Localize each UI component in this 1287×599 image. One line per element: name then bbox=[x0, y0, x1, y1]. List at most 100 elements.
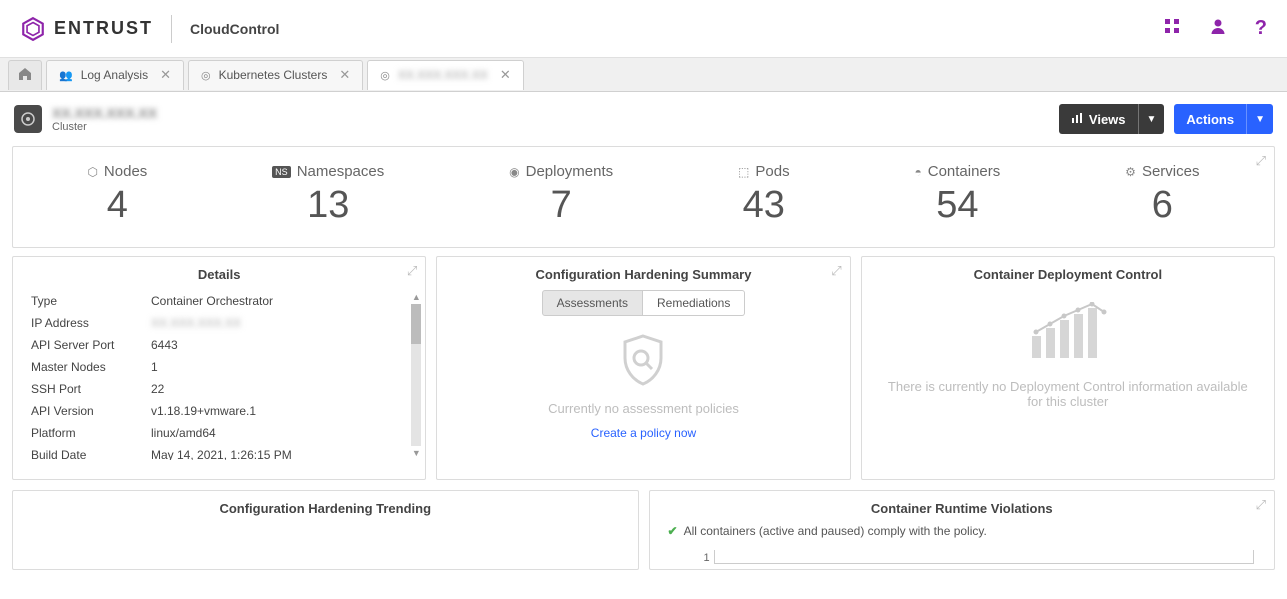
container-icon: ◓ bbox=[914, 165, 921, 179]
target-icon: ◎ bbox=[201, 69, 211, 82]
cluster-icon bbox=[14, 105, 42, 133]
close-icon[interactable]: ✕ bbox=[160, 67, 171, 83]
stat-label: Namespaces bbox=[297, 163, 385, 180]
actions-button[interactable]: Actions ▼ bbox=[1174, 104, 1273, 134]
stat-value: 7 bbox=[509, 184, 613, 227]
stat-value: 43 bbox=[738, 184, 790, 227]
page-header: XX.XXX.XXX.XX Cluster Views ▼ Actions ▼ bbox=[0, 92, 1287, 138]
bar-chart-icon bbox=[1026, 302, 1110, 362]
create-policy-link[interactable]: Create a policy now bbox=[457, 426, 829, 440]
expand-icon[interactable]: ⤢ bbox=[407, 263, 417, 279]
stat-label: Services bbox=[1142, 163, 1200, 180]
scroll-thumb[interactable] bbox=[411, 304, 421, 344]
tab-cluster-detail[interactable]: ◎ XX.XXX.XXX.XX ✕ bbox=[367, 60, 524, 90]
help-icon[interactable]: ? bbox=[1255, 17, 1267, 40]
stat-namespaces[interactable]: NS Namespaces 13 bbox=[272, 163, 384, 227]
stat-containers[interactable]: ◓ Containers 54 bbox=[914, 163, 1000, 227]
circle-icon: ◉ bbox=[509, 165, 519, 179]
tab-label-obscured: XX.XXX.XXX.XX bbox=[398, 68, 488, 82]
entrust-hex-icon bbox=[20, 16, 46, 42]
stat-pods[interactable]: ⬚ Pods 43 bbox=[738, 163, 790, 227]
panel-title: Container Runtime Violations bbox=[650, 501, 1275, 516]
details-row: IP AddressXX.XXX.XXX.XX bbox=[31, 312, 411, 334]
log-analysis-icon: 👥 bbox=[59, 69, 73, 82]
panel-title: Details bbox=[13, 267, 425, 282]
stat-label: Deployments bbox=[526, 163, 614, 180]
tab-log-analysis[interactable]: 👥 Log Analysis ✕ bbox=[46, 60, 184, 90]
panels-row-2: Configuration Hardening Trending ⤢ Conta… bbox=[12, 490, 1275, 570]
compliance-text: All containers (active and paused) compl… bbox=[684, 524, 987, 538]
stats-panel: ⤢ ⬡ Nodes 4 NS Namespaces 13 ◉ Deployments … bbox=[12, 146, 1275, 248]
stat-value: 13 bbox=[272, 184, 384, 227]
header-right: ? bbox=[1163, 17, 1267, 40]
axis-box bbox=[714, 550, 1254, 564]
details-body: TypeContainer Orchestrator IP AddressXX.… bbox=[13, 290, 425, 460]
empty-state: There is currently no Deployment Control… bbox=[862, 290, 1274, 409]
check-icon: ✔ bbox=[668, 524, 678, 538]
page-subtitle: Cluster bbox=[52, 121, 157, 133]
details-row: Master Nodes1 bbox=[31, 356, 411, 378]
badge-icon: NS bbox=[272, 166, 291, 178]
chart-axis: 1 bbox=[650, 538, 1275, 564]
chart-icon bbox=[1071, 112, 1083, 127]
tab-label: Log Analysis bbox=[81, 68, 148, 82]
shield-search-icon bbox=[615, 332, 671, 388]
scroll-track[interactable] bbox=[411, 304, 421, 446]
gears-icon: ⚙ bbox=[1125, 165, 1136, 179]
stat-label: Containers bbox=[928, 163, 1001, 180]
actions-label: Actions bbox=[1186, 112, 1234, 127]
scrollbar[interactable]: ▲ ▼ bbox=[409, 292, 423, 458]
tab-label: Kubernetes Clusters bbox=[219, 68, 328, 82]
scroll-down-icon[interactable]: ▼ bbox=[412, 448, 421, 458]
views-button[interactable]: Views ▼ bbox=[1059, 104, 1165, 134]
stat-label: Pods bbox=[755, 163, 789, 180]
actions-dropdown-caret[interactable]: ▼ bbox=[1246, 104, 1273, 134]
views-dropdown-caret[interactable]: ▼ bbox=[1138, 104, 1165, 134]
tab-home[interactable] bbox=[8, 60, 42, 90]
product-name: CloudControl bbox=[190, 21, 279, 37]
cube-icon: ⬚ bbox=[738, 165, 749, 179]
page-actions: Views ▼ Actions ▼ bbox=[1059, 104, 1273, 134]
app-header: ENTRUST CloudControl ? bbox=[0, 0, 1287, 58]
tab-remediations[interactable]: Remediations bbox=[643, 290, 745, 316]
details-row: SSH Port22 bbox=[31, 378, 411, 400]
panel-title: Configuration Hardening Trending bbox=[13, 501, 638, 516]
home-icon bbox=[18, 67, 32, 84]
details-row: TypeContainer Orchestrator bbox=[31, 290, 411, 312]
stat-services[interactable]: ⚙ Services 6 bbox=[1125, 163, 1199, 227]
page-title-obscured: XX.XXX.XXX.XX bbox=[52, 105, 157, 121]
close-icon[interactable]: ✕ bbox=[500, 67, 511, 83]
details-row: API Versionv1.18.19+vmware.1 bbox=[31, 400, 411, 422]
stat-value: 6 bbox=[1125, 184, 1199, 227]
panel-hardening-summary: ⤢ Configuration Hardening Summary Assess… bbox=[436, 256, 850, 480]
panels-row: ⤢ Details TypeContainer Orchestrator IP … bbox=[12, 256, 1275, 480]
brand-logo[interactable]: ENTRUST bbox=[20, 16, 153, 42]
expand-icon[interactable]: ⤢ bbox=[1256, 153, 1266, 169]
user-icon[interactable] bbox=[1209, 17, 1227, 40]
tab-kubernetes-clusters[interactable]: ◎ Kubernetes Clusters ✕ bbox=[188, 60, 363, 90]
tab-assessments[interactable]: Assessments bbox=[542, 290, 643, 316]
compliance-status: ✔ All containers (active and paused) com… bbox=[650, 524, 1275, 538]
views-label: Views bbox=[1089, 112, 1126, 127]
stat-label: Nodes bbox=[104, 163, 147, 180]
page-title-block: XX.XXX.XXX.XX Cluster bbox=[14, 105, 157, 133]
panel-hardening-trending: Configuration Hardening Trending bbox=[12, 490, 639, 570]
empty-state: Currently no assessment policies Create … bbox=[437, 326, 849, 440]
apps-grid-icon[interactable] bbox=[1163, 17, 1181, 40]
stat-value: 4 bbox=[87, 184, 147, 227]
panel-details: ⤢ Details TypeContainer Orchestrator IP … bbox=[12, 256, 426, 480]
stat-nodes[interactable]: ⬡ Nodes 4 bbox=[87, 163, 147, 227]
close-icon[interactable]: ✕ bbox=[339, 67, 350, 83]
scroll-up-icon[interactable]: ▲ bbox=[412, 292, 421, 302]
hexagon-icon: ⬡ bbox=[87, 165, 97, 179]
header-left: ENTRUST CloudControl bbox=[20, 15, 279, 43]
stat-deployments[interactable]: ◉ Deployments 7 bbox=[509, 163, 613, 227]
header-divider bbox=[171, 15, 172, 43]
tab-bar: 👥 Log Analysis ✕ ◎ Kubernetes Clusters ✕… bbox=[0, 58, 1287, 92]
brand-name: ENTRUST bbox=[54, 18, 153, 39]
panel-title: Configuration Hardening Summary bbox=[437, 267, 849, 282]
target-icon: ◎ bbox=[380, 69, 390, 82]
expand-icon[interactable]: ⤢ bbox=[831, 263, 841, 279]
expand-icon[interactable]: ⤢ bbox=[1256, 497, 1266, 513]
stat-value: 54 bbox=[914, 184, 1000, 227]
